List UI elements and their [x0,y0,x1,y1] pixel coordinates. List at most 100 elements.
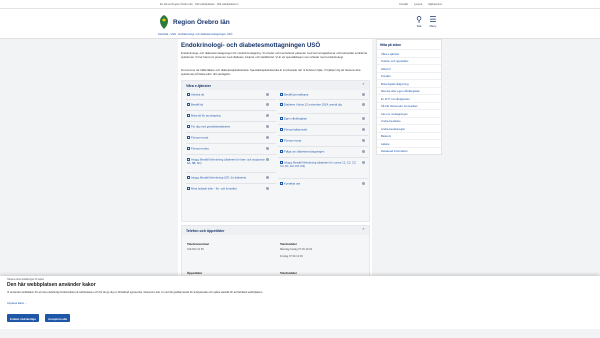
topbar-link-selfservice[interactable]: Självservice [428,3,442,6]
intro-text-2: Du kommer att träffa läkare och diabetes… [181,68,361,76]
divider [186,183,276,184]
service-link[interactable]: Avboka tid [187,93,267,97]
toc-item[interactable]: Andra besökare [377,116,441,125]
service-link[interactable]: Boka tid för provtagning [187,114,267,118]
info-icon[interactable] [362,128,365,131]
topbar-link-listen[interactable]: Lyssna [414,3,422,6]
phone-header[interactable]: Telefon och öppettider ⌃ [182,226,369,235]
info-icon[interactable] [362,139,365,142]
info-icon[interactable] [362,93,365,96]
site-header: Region Örebro län ⚲ Sök ☰ Meny [0,9,600,39]
service-link[interactable]: Kontakta oss [280,182,360,186]
info-icon[interactable] [266,93,269,96]
toc-item[interactable]: Så här förbereder du besöket [377,101,441,110]
toc-item[interactable]: Telefon och öppettider [377,56,441,65]
toc-item[interactable]: Våra e-tjänster [377,49,441,57]
service-link[interactable]: Inlogg: Beställ förbrukning (diabetes fö… [187,158,267,166]
search-label: Sök [416,24,422,28]
divider [278,99,368,100]
info-icon[interactable] [362,117,365,120]
divider [278,157,368,158]
accept-all-button[interactable]: Acceptera alla [45,314,70,322]
menu-label: Meny [429,24,437,28]
toc-item[interactable]: Läs om mottagningen [377,109,441,117]
necessary-only-button[interactable]: Endast nödvändiga [7,314,39,322]
cookie-text: Vi använder webbkakor för att visa nödvä… [7,291,264,294]
phone-label: Telefonnummer [187,242,210,246]
external-link-icon [280,117,283,120]
cookie-banner: Hantera dina inställningar för kakor Den… [0,276,600,329]
toc-item[interactable]: Relaterad information [377,146,441,155]
open-label: Öppettider [187,271,203,275]
hours-value-1: Måndag-fredag 07:30-16:00 [280,248,313,251]
chevron-up-icon: ⌃ [361,83,365,87]
service-link[interactable]: Förnya recept [280,139,360,143]
service-link[interactable]: Beställ tid [187,103,267,107]
divider [186,172,276,173]
toc-heading: Hitta på sidan [380,43,401,47]
toc-item[interactable]: Andra besöksregler [377,124,441,132]
info-icon[interactable] [362,103,365,106]
info-icon[interactable] [266,147,269,150]
info-icon[interactable] [362,150,365,153]
divider [186,132,276,133]
info-icon[interactable] [266,125,269,128]
external-link-icon [187,187,190,190]
cookie-title: Den här webbplatsen använder kakor [7,282,96,288]
service-link[interactable]: Förnya recept [187,136,267,140]
divider [186,154,276,155]
service-link[interactable]: För dig med graviditetsdiabetes [187,125,267,129]
page-toc: Hitta på sidan Våra e-tjänster Telefon o… [376,39,442,155]
divider [186,110,276,111]
divider [278,113,368,114]
info-icon[interactable] [266,114,269,117]
service-link[interactable]: Inlogg: Beställ förbrukning (diabetes fö… [280,161,360,169]
service-link[interactable]: Fråga om diabetesmottagningen [280,150,360,154]
phone-heading: Telefon och öppettider [186,228,225,233]
service-link[interactable]: Diabetes i fokus 12 november 2024, anmäl… [280,103,360,107]
toc-item[interactable]: Hitta hit [377,64,441,72]
service-link[interactable]: Förnya hjälpmedel [280,128,360,132]
divider [278,124,368,125]
service-link[interactable]: Beställ journalkopia [280,93,360,97]
external-link-icon [187,93,190,96]
service-link[interactable]: Egen vårdbegäran [280,117,360,121]
external-link-icon [187,103,190,106]
info-icon[interactable] [266,158,269,161]
eservices-header[interactable]: Våra e-tjänster ⌃ [182,81,369,90]
service-link[interactable]: Inlogg: Beställ förbrukning (SÖ, för dia… [187,176,267,180]
toc-item[interactable]: Er 1177 ett vårdgivaren [377,94,441,102]
divider [186,143,276,144]
external-link-icon [280,150,283,153]
breadcrumb[interactable]: Startsida › Vård · Endokrinologi- och di… [158,33,232,36]
divider [186,121,276,122]
toc-item[interactable]: Läkare [377,139,441,147]
external-link-icon [280,128,283,131]
region-logo-icon[interactable] [157,14,171,30]
info-icon[interactable] [266,187,269,190]
eservices-section: Våra e-tjänster ⌃ Avboka tid Beställ tid… [181,80,370,222]
service-link[interactable]: Förnya remiss [187,147,267,151]
menu-button[interactable]: ☰ Meny [427,15,439,28]
service-link[interactable]: Mina bokade tider - för- och kontaktd [187,187,267,191]
topbar-left-text[interactable]: En del av Region Örebro län · Sök webbpl… [160,3,239,6]
phone-value[interactable]: 019-602 12 50 [187,248,204,251]
toc-item[interactable]: Remiss eller egen vårdbegäran [377,86,441,95]
toc-item[interactable]: Kontakt [377,71,441,80]
external-link-icon [187,114,190,117]
topbar-link-contact[interactable]: Kontakt [399,3,408,6]
logo-text[interactable]: Region Örebro län [173,19,230,26]
customize-cookies-link[interactable]: Anpassa kakor ⌄ [7,302,27,305]
toc-item[interactable]: Bota digital rådgivning [377,79,441,87]
info-icon[interactable] [266,176,269,179]
info-icon[interactable] [362,161,365,164]
search-button[interactable]: ⚲ Sök [413,15,425,28]
info-icon[interactable] [266,103,269,106]
external-link-icon [280,139,283,142]
info-icon[interactable] [266,136,269,139]
hamburger-icon: ☰ [429,15,437,24]
toc-item[interactable]: Biokemi [377,131,441,140]
external-link-icon [187,125,190,128]
external-link-icon [280,182,283,185]
info-icon[interactable] [362,182,365,185]
